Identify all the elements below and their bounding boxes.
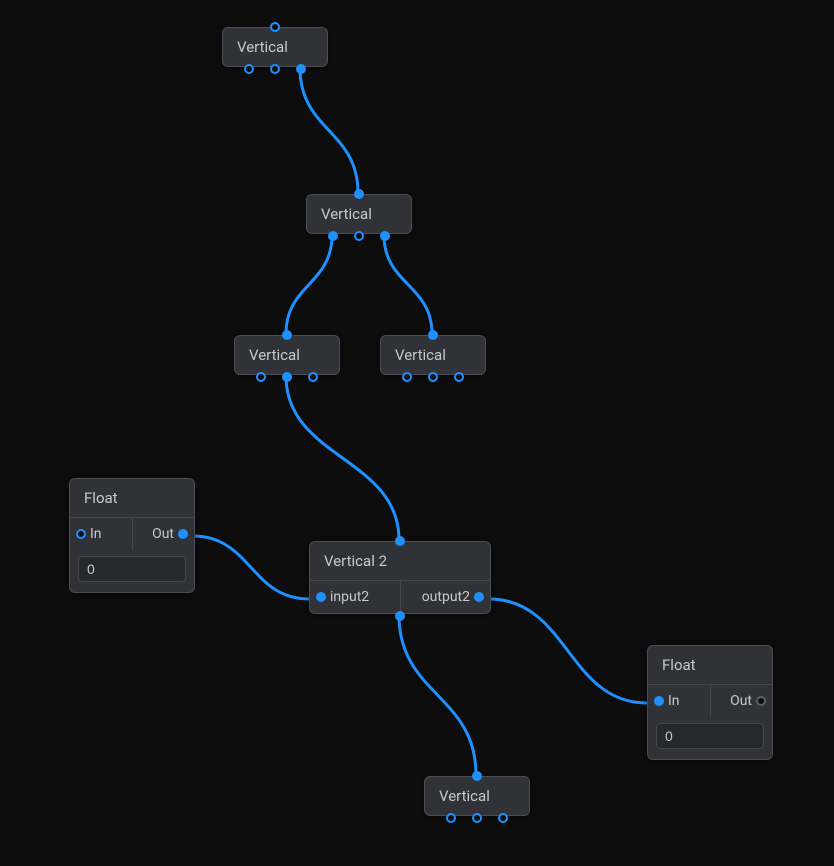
node-title: Float	[70, 479, 194, 517]
port-icon[interactable]	[354, 231, 364, 241]
node-title: Vertical	[235, 336, 339, 374]
node-float-2[interactable]: Float In Out	[647, 645, 773, 760]
edge	[193, 536, 309, 599]
port-icon[interactable]	[428, 330, 438, 340]
port-icon	[756, 696, 766, 706]
port-label: In	[90, 526, 102, 542]
node-float-1[interactable]: Float In Out	[69, 478, 195, 593]
port-icon[interactable]	[446, 813, 456, 823]
port-icon[interactable]	[472, 813, 482, 823]
node-vertical-4[interactable]: Vertical	[380, 335, 486, 375]
port-icon[interactable]	[380, 231, 390, 241]
port-icon	[316, 592, 326, 602]
port-label: In	[668, 693, 680, 709]
port-icon[interactable]	[256, 372, 266, 382]
node-vertical2[interactable]: Vertical 2 input2 output2	[309, 541, 491, 614]
node-title: Vertical	[307, 195, 411, 233]
port-icon[interactable]	[270, 22, 280, 32]
port-icon[interactable]	[282, 372, 292, 382]
port-icon[interactable]	[270, 64, 280, 74]
edge	[286, 235, 332, 334]
port-icon[interactable]	[472, 771, 482, 781]
node-vertical-6[interactable]: Vertical	[424, 776, 530, 816]
port-icon	[178, 529, 188, 539]
port-icon	[474, 592, 484, 602]
port-in[interactable]: In	[70, 518, 132, 550]
float-value-input[interactable]	[78, 556, 186, 582]
port-icon[interactable]	[395, 536, 405, 546]
port-icon	[76, 529, 86, 539]
port-label: input2	[330, 589, 369, 605]
port-icon[interactable]	[428, 372, 438, 382]
port-label: Out	[152, 526, 174, 542]
port-icon[interactable]	[498, 813, 508, 823]
node-vertical-3[interactable]: Vertical	[234, 335, 340, 375]
edge	[489, 599, 647, 703]
node-title: Vertical 2	[310, 542, 490, 580]
port-icon	[654, 696, 664, 706]
node-graph-canvas[interactable]: { "nodes": { "v1": {"label":"Vertical","…	[0, 0, 834, 866]
port-icon[interactable]	[282, 330, 292, 340]
port-icon[interactable]	[395, 611, 405, 621]
node-vertical-1[interactable]: Vertical	[222, 27, 328, 67]
node-title: Vertical	[223, 28, 327, 66]
port-icon[interactable]	[454, 372, 464, 382]
port-icon[interactable]	[354, 189, 364, 199]
port-icon[interactable]	[402, 372, 412, 382]
node-title: Float	[648, 646, 772, 684]
port-label: output2	[422, 589, 470, 605]
port-label: Out	[730, 693, 752, 709]
edge	[300, 68, 358, 193]
node-vertical-2[interactable]: Vertical	[306, 194, 412, 234]
port-out[interactable]: Out	[710, 685, 773, 717]
edge	[384, 235, 432, 334]
port-icon[interactable]	[308, 372, 318, 382]
port-icon[interactable]	[244, 64, 254, 74]
port-icon[interactable]	[296, 64, 306, 74]
port-output2[interactable]: output2	[400, 581, 491, 613]
port-out[interactable]: Out	[132, 518, 195, 550]
port-input2[interactable]: input2	[310, 581, 400, 613]
edge	[286, 376, 399, 540]
float-value-input[interactable]	[656, 723, 764, 749]
edge	[399, 615, 476, 775]
port-icon[interactable]	[328, 231, 338, 241]
port-in[interactable]: In	[648, 685, 710, 717]
node-title: Vertical	[425, 777, 529, 815]
node-title: Vertical	[381, 336, 485, 374]
